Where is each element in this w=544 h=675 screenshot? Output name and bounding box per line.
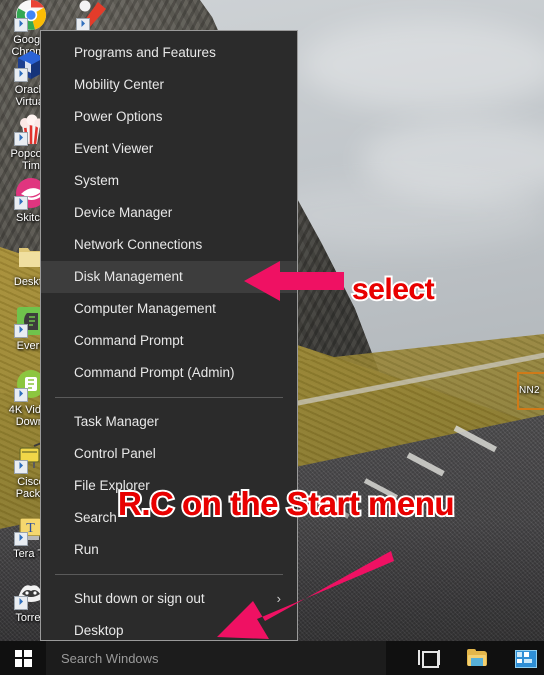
menu-item-programs-and-features[interactable]: Programs and Features [41, 37, 297, 69]
menu-item-label: Control Panel [74, 446, 156, 461]
taskbar: Search Windows [0, 641, 544, 675]
menu-item-mobility-center[interactable]: Mobility Center [41, 69, 297, 101]
menu-separator [55, 397, 283, 398]
start-button[interactable] [0, 641, 46, 675]
menu-item-label: Command Prompt [74, 333, 184, 348]
menu-item-command-prompt[interactable]: Command Prompt [41, 325, 297, 357]
select-annotation: select select [350, 271, 437, 308]
shortcut-overlay-icon [14, 196, 28, 210]
menu-item-label: Command Prompt (Admin) [74, 365, 235, 380]
shortcut-overlay-icon [14, 18, 28, 32]
menu-item-label: Network Connections [74, 237, 203, 252]
menu-item-label: Device Manager [74, 205, 173, 220]
file-explorer-icon[interactable] [466, 647, 488, 669]
menu-item-power-options[interactable]: Power Options [41, 101, 297, 133]
menu-item-command-prompt-admin[interactable]: Command Prompt (Admin) [41, 357, 297, 389]
shortcut-overlay-icon [14, 388, 28, 402]
menu-item-label: Run [74, 542, 99, 557]
menu-item-system[interactable]: System [41, 165, 297, 197]
arrow-to-start-menu [217, 551, 394, 639]
menu-item-label: Event Viewer [74, 141, 154, 156]
menu-item-label: Mobility Center [74, 77, 165, 92]
menu-item-network-connections[interactable]: Network Connections [41, 229, 297, 261]
menu-item-label: Search [74, 510, 117, 525]
shortcut-overlay-icon [14, 532, 28, 546]
shortcut-overlay-icon [14, 460, 28, 474]
task-view-icon[interactable] [418, 647, 440, 669]
menu-item-device-manager[interactable]: Device Manager [41, 197, 297, 229]
menu-item-label: Computer Management [74, 301, 216, 316]
shortcut-overlay-icon [14, 596, 28, 610]
overlay-label: NN2 [519, 385, 540, 396]
right-click-annotation-fill: R.C on the Start menu [118, 485, 455, 522]
select-annotation-fill: select [352, 273, 435, 306]
menu-item-label: Shut down or sign out [74, 591, 205, 606]
menu-item-label: Disk Management [74, 269, 183, 284]
wallpaper-cloud [300, 20, 544, 110]
desktop-screen: NN2 Google Chrome [0, 0, 544, 675]
ccleaner-icon [76, 0, 110, 32]
search-input[interactable]: Search Windows [46, 641, 386, 675]
menu-item-task-manager[interactable]: Task Manager [41, 406, 297, 438]
menu-item-label: System [74, 173, 120, 188]
menu-item-label: Programs and Features [74, 45, 216, 60]
shortcut-overlay-icon [14, 68, 28, 82]
shortcut-overlay-icon [14, 324, 28, 338]
menu-item-event-viewer[interactable]: Event Viewer [41, 133, 297, 165]
windows-logo-icon [14, 649, 32, 667]
search-placeholder-text: Search Windows [61, 650, 159, 666]
right-click-annotation: R.C on the Start menu R.C on the Start m… [116, 483, 457, 524]
shortcut-overlay-icon [14, 132, 28, 146]
menu-item-control-panel[interactable]: Control Panel [41, 438, 297, 470]
menu-item-label: Task Manager [74, 414, 159, 429]
menu-item-label: Desktop [74, 623, 124, 638]
taskbar-icon-group [418, 641, 537, 675]
chrome-icon [14, 0, 48, 32]
windows-store-icon[interactable] [514, 647, 537, 669]
menu-item-label: Power Options [74, 109, 163, 124]
arrow-to-disk-management [244, 261, 344, 301]
